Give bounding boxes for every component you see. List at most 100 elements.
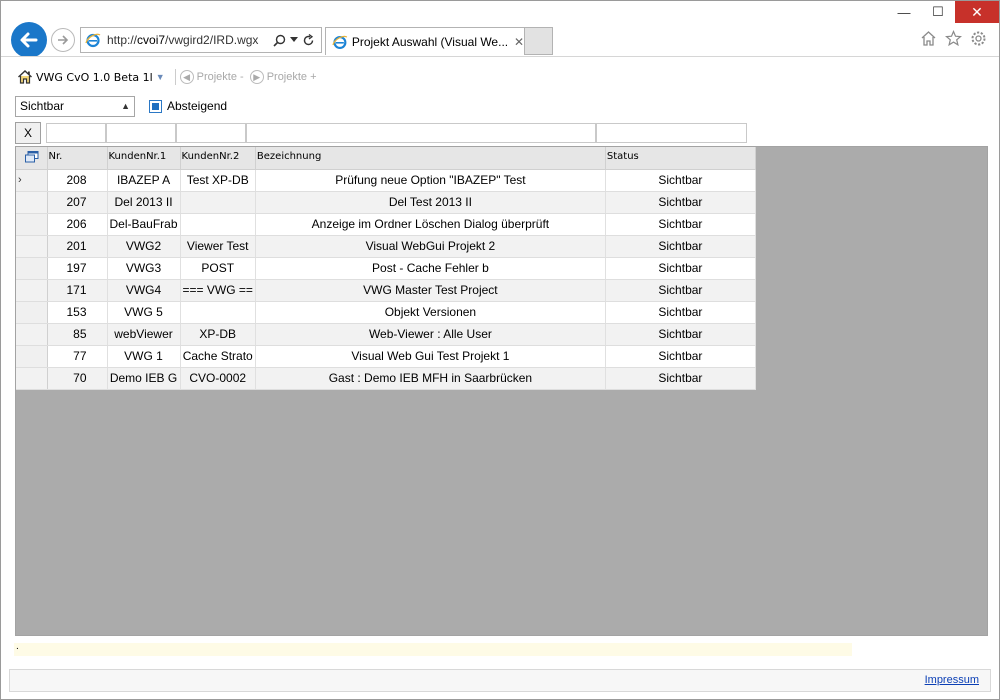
- new-tab-button[interactable]: [525, 27, 553, 55]
- column-header-kundennr1[interactable]: KundenNr.1: [107, 147, 181, 170]
- cell-nr[interactable]: 77: [47, 345, 108, 368]
- cell-kundennr2[interactable]: POST: [180, 257, 256, 280]
- column-header-nr[interactable]: Nr.: [47, 147, 108, 170]
- column-header-status[interactable]: Status: [605, 147, 756, 170]
- cell-kundennr1[interactable]: Del-BauFrab: [107, 213, 181, 236]
- cell-kundennr1[interactable]: IBAZEP A: [107, 169, 181, 192]
- projects-next-button[interactable]: ▶ Projekte +: [249, 70, 317, 84]
- cell-kundennr2[interactable]: === VWG ==: [180, 279, 256, 302]
- cell-kundennr1[interactable]: webViewer: [107, 323, 181, 346]
- cell-bezeichnung[interactable]: Visual Web Gui Test Projekt 1: [255, 345, 606, 368]
- row-selector[interactable]: [16, 345, 48, 368]
- column-chooser-header[interactable]: [16, 147, 48, 170]
- cell-nr[interactable]: 201: [47, 235, 108, 258]
- cell-status[interactable]: Sichtbar: [605, 279, 756, 302]
- back-button[interactable]: [11, 22, 47, 58]
- cell-nr[interactable]: 197: [47, 257, 108, 280]
- cell-kundennr1[interactable]: VWG3: [107, 257, 181, 280]
- address-bar[interactable]: http://cvoi7/vwgird2/IRD.wgx: [80, 27, 322, 53]
- cell-status[interactable]: Sichtbar: [605, 213, 756, 236]
- cell-kundennr2[interactable]: Test XP-DB: [180, 169, 256, 192]
- cell-bezeichnung[interactable]: Anzeige im Ordner Löschen Dialog überprü…: [255, 213, 606, 236]
- clear-filter-button[interactable]: X: [15, 122, 41, 144]
- cell-bezeichnung[interactable]: Gast : Demo IEB MFH in Saarbrücken: [255, 367, 606, 390]
- row-selector[interactable]: [16, 191, 48, 214]
- cell-bezeichnung[interactable]: Visual WebGui Projekt 2: [255, 235, 606, 258]
- cell-bezeichnung[interactable]: Del Test 2013 II: [255, 191, 606, 214]
- minimize-button[interactable]: —: [887, 1, 921, 23]
- row-selector[interactable]: [16, 323, 48, 346]
- forward-button[interactable]: [51, 28, 75, 52]
- cell-bezeichnung[interactable]: Objekt Versionen: [255, 301, 606, 324]
- filter-nr-input[interactable]: [46, 123, 106, 143]
- descending-checkbox-wrap[interactable]: Absteigend: [149, 99, 227, 113]
- cell-kundennr1[interactable]: VWG4: [107, 279, 181, 302]
- table-row[interactable]: 153 VWG 5 Objekt Versionen Sichtbar: [16, 301, 756, 324]
- app-menu-caret-icon[interactable]: ▼: [156, 72, 165, 82]
- cell-bezeichnung[interactable]: Post - Cache Fehler b: [255, 257, 606, 280]
- filter-kundennr1-input[interactable]: [106, 123, 176, 143]
- browser-tab-active[interactable]: Projekt Auswahl (Visual We... ✕: [325, 27, 525, 55]
- filter-kundennr2-input[interactable]: [176, 123, 246, 143]
- cell-kundennr1[interactable]: Del 2013 II: [107, 191, 181, 214]
- app-title-dropdown[interactable]: VWG CvO 1.0 Beta 1l: [36, 71, 153, 84]
- cell-nr[interactable]: 207: [47, 191, 108, 214]
- filter-bezeichnung-input[interactable]: [246, 123, 596, 143]
- cell-kundennr1[interactable]: VWG 1: [107, 345, 181, 368]
- row-selector[interactable]: [16, 213, 48, 236]
- impressum-link[interactable]: Impressum: [925, 674, 979, 686]
- cell-status[interactable]: Sichtbar: [605, 257, 756, 280]
- cell-bezeichnung[interactable]: Web-Viewer : Alle User: [255, 323, 606, 346]
- cell-status[interactable]: Sichtbar: [605, 169, 756, 192]
- cell-nr[interactable]: 208: [47, 169, 108, 192]
- cell-kundennr2[interactable]: [180, 301, 256, 324]
- cell-nr[interactable]: 206: [47, 213, 108, 236]
- cell-status[interactable]: Sichtbar: [605, 323, 756, 346]
- cell-status[interactable]: Sichtbar: [605, 191, 756, 214]
- row-selector[interactable]: [16, 235, 48, 258]
- row-selector[interactable]: [16, 301, 48, 324]
- column-chooser-icon[interactable]: [25, 151, 39, 163]
- table-row[interactable]: › 208 IBAZEP A Test XP-DB Prüfung neue O…: [16, 169, 756, 192]
- cell-kundennr2[interactable]: Cache Strato: [180, 345, 256, 368]
- table-row[interactable]: 85 webViewer XP-DB Web-Viewer : Alle Use…: [16, 323, 756, 346]
- table-row[interactable]: 171 VWG4 === VWG == VWG Master Test Proj…: [16, 279, 756, 302]
- filter-status-input[interactable]: [596, 123, 747, 143]
- row-selector[interactable]: ›: [16, 169, 48, 192]
- cell-status[interactable]: Sichtbar: [605, 235, 756, 258]
- cell-kundennr2[interactable]: CVO-0002: [180, 367, 256, 390]
- cell-status[interactable]: Sichtbar: [605, 301, 756, 324]
- cell-bezeichnung[interactable]: VWG Master Test Project: [255, 279, 606, 302]
- table-row[interactable]: 207 Del 2013 II Del Test 2013 II Sichtba…: [16, 191, 756, 214]
- cell-kundennr2[interactable]: [180, 191, 256, 214]
- column-header-kundennr2[interactable]: KundenNr.2: [180, 147, 256, 170]
- table-row[interactable]: 197 VWG3 POST Post - Cache Fehler b Sich…: [16, 257, 756, 280]
- cell-kundennr1[interactable]: VWG 5: [107, 301, 181, 324]
- dropdown-arrow-icon[interactable]: [290, 37, 298, 43]
- table-row[interactable]: 201 VWG2 Viewer Test Visual WebGui Proje…: [16, 235, 756, 258]
- cell-kundennr2[interactable]: [180, 213, 256, 236]
- cell-kundennr2[interactable]: XP-DB: [180, 323, 256, 346]
- column-header-bezeichnung[interactable]: Bezeichnung: [255, 147, 606, 170]
- cell-status[interactable]: Sichtbar: [605, 367, 756, 390]
- cell-nr[interactable]: 85: [47, 323, 108, 346]
- table-row[interactable]: 206 Del-BauFrab Anzeige im Ordner Lösche…: [16, 213, 756, 236]
- cell-kundennr2[interactable]: Viewer Test: [180, 235, 256, 258]
- cell-status[interactable]: Sichtbar: [605, 345, 756, 368]
- address-url[interactable]: http://cvoi7/vwgird2/IRD.wgx: [107, 33, 267, 47]
- projects-prev-button[interactable]: ◀ Projekte -: [179, 70, 244, 84]
- home-icon[interactable]: [920, 30, 937, 47]
- table-row[interactable]: 77 VWG 1 Cache Strato Visual Web Gui Tes…: [16, 345, 756, 368]
- descending-checkbox[interactable]: [149, 99, 162, 113]
- cell-nr[interactable]: 153: [47, 301, 108, 324]
- search-icon[interactable]: [273, 34, 286, 47]
- cell-nr[interactable]: 171: [47, 279, 108, 302]
- cell-nr[interactable]: 70: [47, 367, 108, 390]
- table-row[interactable]: 70 Demo IEB G CVO-0002 Gast : Demo IEB M…: [16, 367, 756, 390]
- app-home-icon[interactable]: [17, 69, 33, 85]
- cell-kundennr1[interactable]: Demo IEB G: [107, 367, 181, 390]
- cell-bezeichnung[interactable]: Prüfung neue Option "IBAZEP" Test: [255, 169, 606, 192]
- favorites-star-icon[interactable]: [945, 30, 962, 47]
- row-selector[interactable]: [16, 367, 48, 390]
- refresh-icon[interactable]: [302, 33, 315, 47]
